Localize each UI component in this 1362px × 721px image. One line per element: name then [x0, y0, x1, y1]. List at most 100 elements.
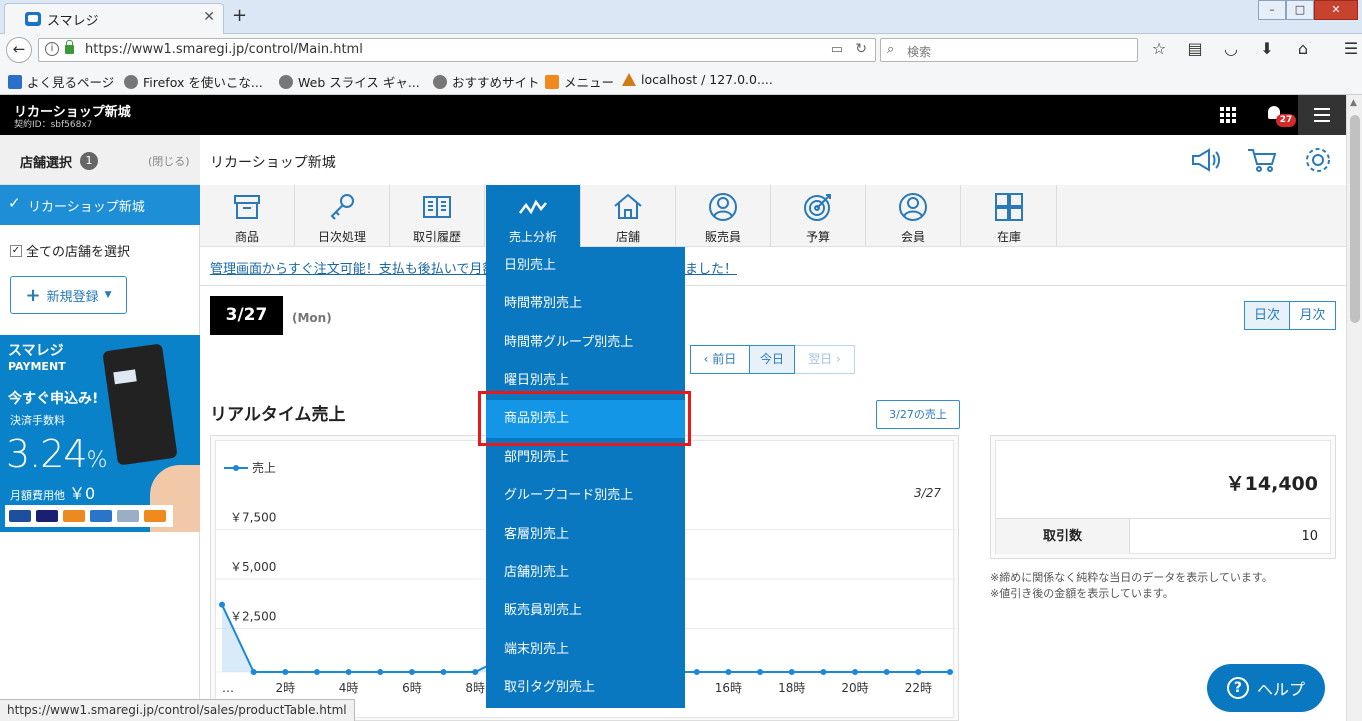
tab-stores[interactable]: 店舗 [581, 185, 676, 247]
window-close-button[interactable]: ✕ [1314, 0, 1358, 20]
search-input[interactable]: 検索 [907, 43, 931, 60]
download-icon[interactable]: ⬇ [1256, 39, 1278, 59]
y-tick-label: ￥2,500 [230, 610, 276, 624]
back-button[interactable]: ← [6, 37, 32, 63]
gear-icon[interactable] [1302, 146, 1334, 174]
daily-button[interactable]: 日次 [1244, 301, 1290, 330]
data-point [788, 669, 795, 675]
current-date: 3/27 [210, 296, 283, 335]
bookmark-item[interactable]: メニュー [545, 72, 614, 91]
sales-analysis-dropdown: 日別売上 時間帯別売上 時間帯グループ別売上 曜日別売上 商品別売上 部門別売上… [486, 247, 685, 708]
home-icon[interactable]: ⌂ [1292, 39, 1314, 59]
notice-link-tail[interactable]: ました！ [685, 258, 737, 277]
tab-products[interactable]: 商品 [200, 185, 295, 247]
tab-staff[interactable]: 販売員 [676, 185, 771, 247]
menu-item-group-code-sales[interactable]: グループコード別売上 [486, 477, 685, 515]
today-button[interactable]: 今日 [750, 345, 795, 374]
realtime-sales-title: リアルタイム売上 [210, 405, 346, 425]
day-sales-button[interactable]: 3/27の売上 [876, 400, 960, 429]
search-bar[interactable]: ⌕ 検索 [880, 38, 1138, 62]
bookmark-item[interactable]: よく見るページ [8, 72, 114, 91]
tab-daily[interactable]: 日次処理 [295, 185, 390, 247]
bookmark-item[interactable]: Web スライス ギャ... [279, 72, 420, 91]
select-all-stores[interactable]: ✓ 全ての店舗を選択 [10, 241, 130, 260]
smaregi-favicon-icon [25, 12, 41, 26]
reload-icon[interactable]: ↻ [855, 41, 867, 57]
select-all-checkbox[interactable]: ✓ [10, 244, 22, 257]
sidebar-header: 店舗選択 1 (閉じる) [0, 135, 200, 185]
menu-item-tag-sales[interactable]: 取引タグ別売上 [486, 669, 685, 707]
menu-item-staff-sales[interactable]: 販売員別売上 [486, 592, 685, 630]
data-point [313, 669, 320, 675]
reading-list-icon[interactable]: ▤ [1184, 39, 1206, 59]
notice-link[interactable]: 管理画面からすぐ注文可能！支払も後払いで月額費 [210, 258, 508, 277]
tab-inventory[interactable]: 在庫 [962, 185, 1057, 247]
new-tab-button[interactable]: + [232, 5, 247, 26]
card-reader-image [102, 343, 178, 466]
key-icon [330, 194, 354, 220]
bookmark-star-icon[interactable]: ☆ [1148, 39, 1170, 59]
browser-tab[interactable]: スマレジ ✕ [4, 3, 224, 34]
menu-item-daily-sales[interactable]: 日別売上 [486, 247, 685, 285]
reader-view-icon[interactable]: ▭ [831, 42, 843, 57]
monthly-button[interactable]: 月次 [1290, 301, 1336, 330]
pocket-icon[interactable]: ◡ [1220, 39, 1242, 59]
banner-brand: スマレジ [8, 343, 64, 359]
day-of-week: (Mon) [292, 311, 332, 325]
bookmark-item[interactable]: localhost / 127.0.0.... [622, 72, 773, 87]
apps-grid-icon[interactable] [1220, 107, 1236, 123]
menu-item-store-sales[interactable]: 店舗別売上 [486, 554, 685, 592]
data-point [440, 669, 447, 675]
sidebar-item-selected-store[interactable]: ✓ リカーショップ新城 [0, 185, 200, 225]
url-bar[interactable]: i https://www1.smaregi.jp/control/Main.h… [38, 38, 876, 62]
payment-banner[interactable]: スマレジ PAYMENT 今すぐ申込み! 決済手数料 3.24% 月額費用他 ￥0 [0, 335, 200, 532]
prev-day-button[interactable]: ‹ 前日 [690, 345, 750, 374]
data-point [408, 669, 415, 675]
menu-item-customer-segment-sales[interactable]: 客層別売上 [486, 516, 685, 554]
chart-icon [519, 199, 547, 215]
data-point [725, 669, 732, 675]
tab-members[interactable]: 会員 [866, 185, 961, 247]
maximize-button[interactable]: □ [1286, 0, 1314, 20]
tab-budget[interactable]: 予算 [771, 185, 866, 247]
bookmarks-toolbar: よく見るページ Firefox を使いこな... Web スライス ギャ... … [0, 65, 1362, 95]
sidebar-close-link[interactable]: (閉じる) [148, 153, 190, 169]
next-day-button[interactable]: 翌日 › [795, 345, 855, 374]
bookmark-item[interactable]: おすすめサイト [433, 72, 540, 91]
tab-sales-analysis[interactable]: 売上分析 [486, 185, 581, 247]
bookmark-item[interactable]: Firefox を使いこな... [124, 72, 263, 91]
question-icon: ? [1226, 677, 1249, 699]
megaphone-icon[interactable] [1190, 146, 1222, 174]
hamburger-menu-icon[interactable]: ☰ [1340, 39, 1362, 59]
scroll-thumb[interactable] [1350, 115, 1360, 323]
url-text[interactable]: https://www1.smaregi.jp/control/Main.htm… [85, 42, 363, 57]
menu-item-terminal-sales[interactable]: 端末別売上 [486, 631, 685, 669]
scroll-up-arrow-icon[interactable]: ▲ [1350, 98, 1357, 108]
book-icon [423, 196, 451, 218]
info-icon[interactable]: i [45, 42, 59, 56]
x-tick-label: 20時 [841, 681, 868, 695]
store-count-badge: 1 [80, 152, 98, 170]
tab-transaction-history[interactable]: 取引履歴 [390, 185, 485, 247]
new-register-button[interactable]: + 新規登録 ▼ [10, 276, 127, 314]
data-point [282, 669, 289, 675]
minimize-button[interactable]: – [1258, 0, 1286, 20]
main-nav: 商品 日次処理 取引履歴 売上分析 店舗 販売員 予算 会員 在庫 [200, 185, 1346, 247]
page-scrollbar[interactable]: ▲ [1346, 95, 1362, 721]
total-sales-amount: ￥14,400 [1225, 473, 1318, 495]
phpmyadmin-icon [622, 73, 636, 86]
x-tick-label: … [222, 681, 234, 695]
page-title: リカーショップ新城 [210, 155, 336, 171]
cart-icon[interactable] [1246, 146, 1278, 174]
help-button[interactable]: ? ヘルプ [1207, 664, 1325, 712]
menu-item-hourly-sales[interactable]: 時間帯別売上 [486, 285, 685, 323]
sidebar-title: 店舗選択 [20, 156, 73, 171]
x-tick-label: 18時 [778, 681, 805, 695]
close-tab-icon[interactable]: ✕ [203, 9, 215, 25]
day-navigation: ‹ 前日 今日 翌日 › [690, 345, 855, 374]
menu-item-hour-group-sales[interactable]: 時間帯グループ別売上 [486, 324, 685, 362]
transactions-row: 取引数 10 [996, 518, 1330, 554]
hamburger-menu-button[interactable] [1298, 95, 1346, 135]
note-line: ※値引き後の金額を表示しています。 [990, 587, 1174, 600]
x-tick-label: 8時 [465, 681, 485, 695]
